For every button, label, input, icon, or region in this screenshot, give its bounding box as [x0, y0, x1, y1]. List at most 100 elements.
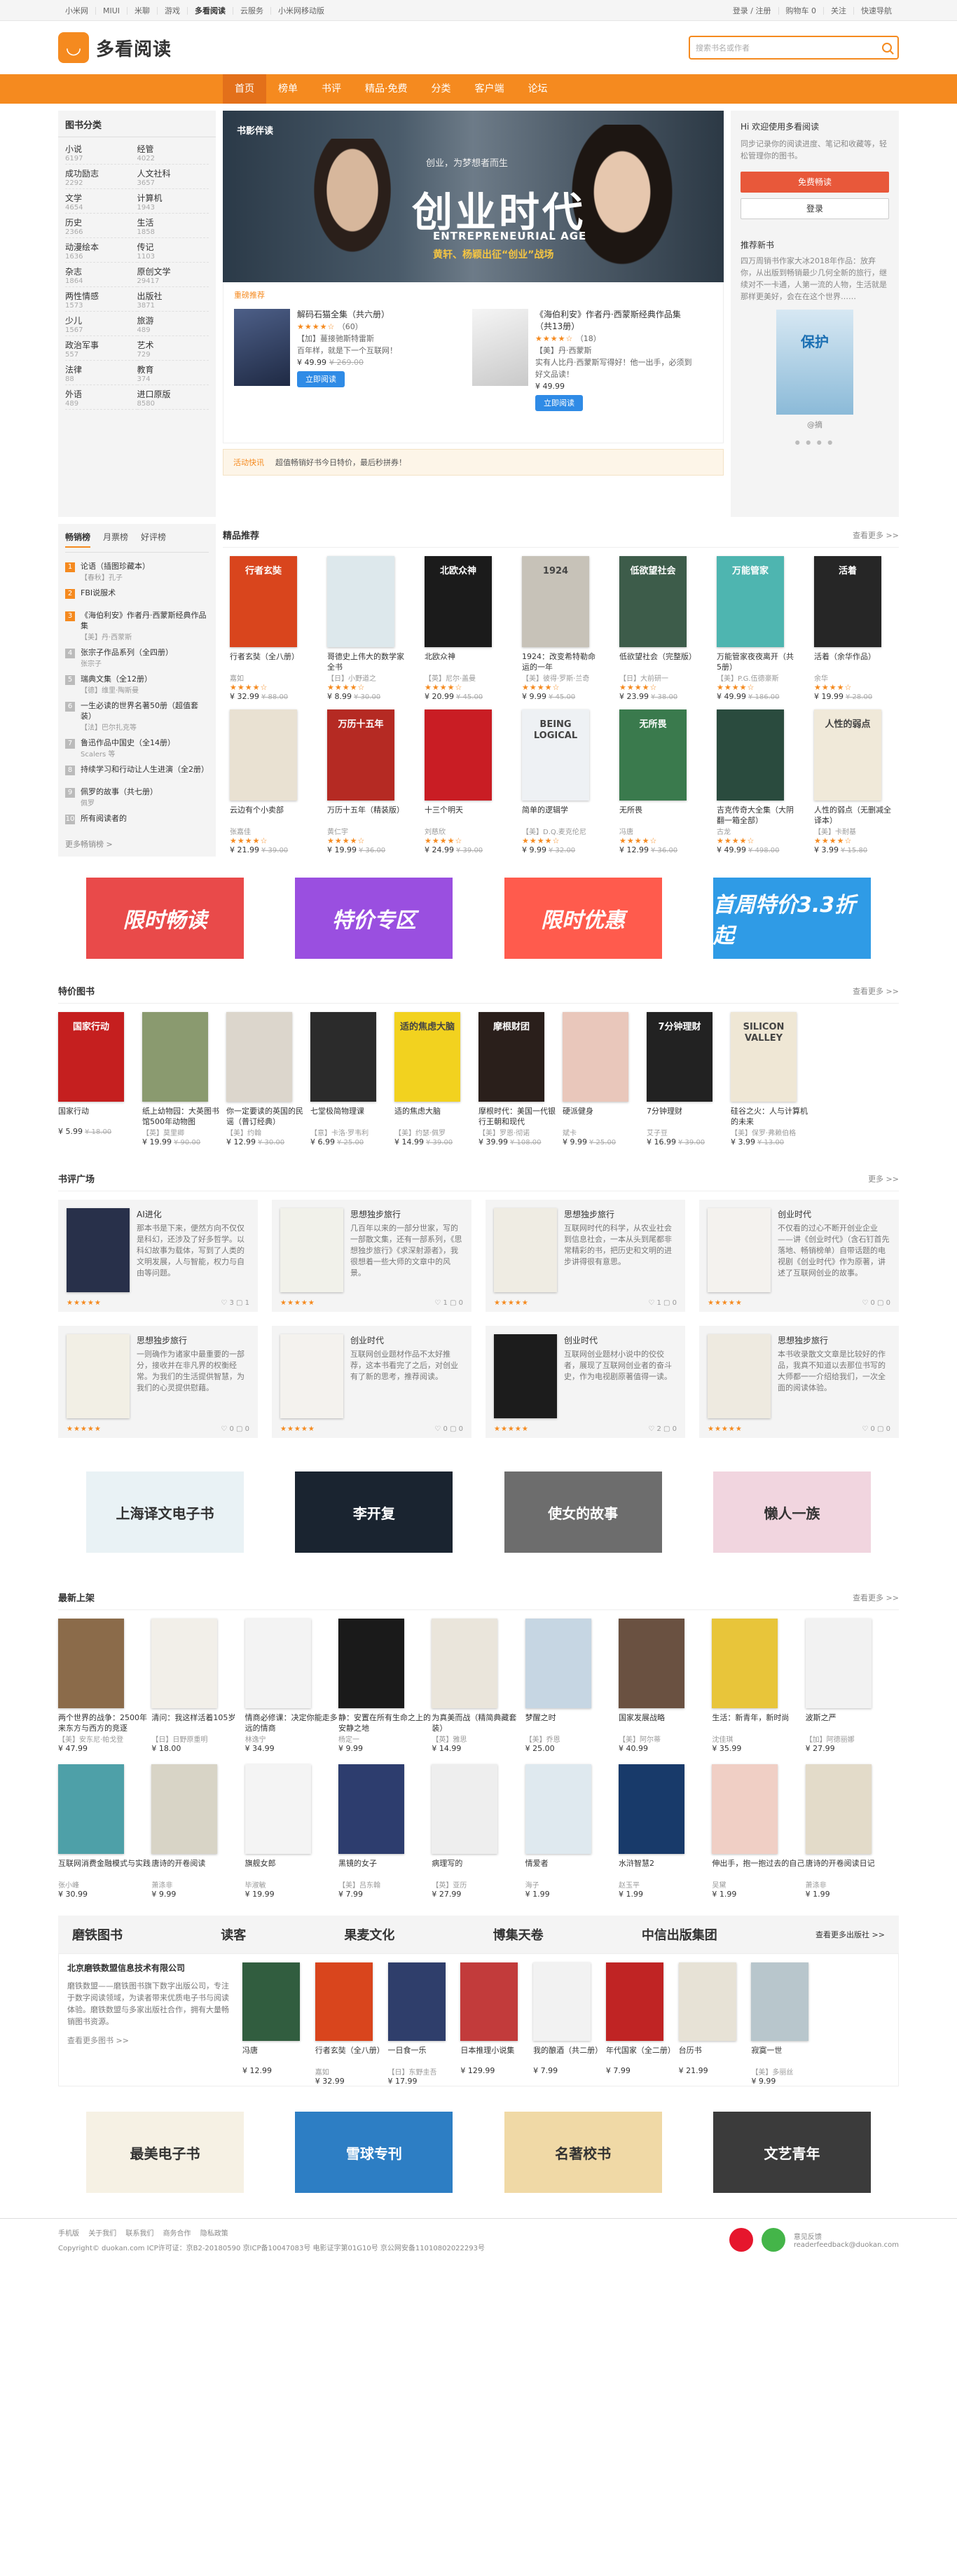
publisher-logo[interactable]: 磨铁图书: [72, 1925, 123, 1944]
book-item[interactable]: 我的酿酒（共二册） ¥ 7.99: [533, 1962, 599, 2086]
category-item[interactable]: 外语 489: [65, 385, 137, 410]
book-cover[interactable]: [618, 1619, 684, 1708]
book-title[interactable]: 生活：新青年，新时尚: [712, 1712, 805, 1733]
book-title[interactable]: 硬派健身: [563, 1106, 647, 1127]
category-name[interactable]: 政治军事: [65, 339, 137, 351]
book-cover[interactable]: [432, 1764, 498, 1854]
book-cover[interactable]: [245, 1619, 311, 1708]
book-cover[interactable]: [712, 1764, 778, 1854]
book-title[interactable]: 清问：我这样活着105岁: [151, 1712, 245, 1733]
book-cover[interactable]: [387, 1962, 446, 2041]
nav-item-home[interactable]: 首页: [223, 74, 266, 104]
like-icon[interactable]: ♡: [221, 1299, 229, 1307]
like-icon[interactable]: ♡: [221, 1425, 229, 1433]
ranking-item[interactable]: 6 一生必读的世界名著50册（超值套装） 【法】巴尔扎克等: [65, 698, 209, 735]
nav-item-rankings[interactable]: 榜单: [266, 74, 310, 104]
category-name[interactable]: 生活: [137, 216, 209, 228]
plaza-more-link[interactable]: 更多 >>: [868, 1173, 899, 1184]
book-cover[interactable]: [338, 1764, 404, 1854]
banner-3[interactable]: 名著校书: [504, 2112, 662, 2193]
site-link[interactable]: MIUI: [96, 6, 128, 15]
book-item[interactable]: 病理写的 【英】亚历 ¥ 27.99: [432, 1764, 525, 1899]
book-title[interactable]: 梦醒之时: [525, 1712, 619, 1733]
category-name[interactable]: 历史: [65, 216, 137, 228]
review-card[interactable]: 思想独步旅行 几百年以来的一部分世家，写的一部散文集，还有一部系列，《思想独步旅行…: [272, 1200, 471, 1312]
book-cover[interactable]: [315, 1962, 373, 2041]
like-icon[interactable]: ♡: [648, 1425, 656, 1433]
category-item[interactable]: 历史 2366: [65, 214, 137, 238]
book-cover[interactable]: [460, 1962, 518, 2041]
tab-monthly[interactable]: 月票榜: [103, 531, 128, 548]
nav-item-reviews[interactable]: 书评: [310, 74, 353, 104]
book-item[interactable]: 万能管家 万能管家夜夜离开（共5册） 【美】P.G.伍德豪斯 ★★★★☆ ¥ 49.99…: [717, 556, 794, 701]
comment-icon[interactable]: ▢: [661, 1425, 673, 1433]
book-title[interactable]: 云边有个小卖部: [230, 805, 308, 826]
book-item[interactable]: 无所畏 无所畏 冯唐 ★★★★☆ ¥ 12.99 ¥ 36.00: [619, 709, 697, 854]
category-item[interactable]: 经管 4022: [137, 140, 209, 165]
book-cover[interactable]: [58, 1764, 124, 1854]
category-item[interactable]: 政治军事 557: [65, 336, 137, 361]
comment-icon[interactable]: ▢: [448, 1425, 459, 1433]
category-name[interactable]: 教育: [137, 363, 209, 375]
category-item[interactable]: 成功励志 2292: [65, 165, 137, 189]
footer-link[interactable]: 手机版: [58, 2230, 79, 2238]
category-name[interactable]: 法律: [65, 363, 137, 375]
book-cover[interactable]: [525, 1619, 591, 1708]
nav-item-categories[interactable]: 分类: [419, 74, 462, 104]
book-item[interactable]: 行者玄奘 行者玄奘（全八册） 嘉如 ★★★★☆ ¥ 32.99 ¥ 88.00: [230, 556, 308, 701]
book-title[interactable]: 纸上幼物园：大英图书馆500年动物图: [142, 1106, 226, 1127]
ranking-item[interactable]: 9 佩罗的故事（共七册） 佩罗: [65, 784, 209, 810]
category-item[interactable]: 传记 1103: [137, 238, 209, 263]
footer-link[interactable]: 隐私政策: [200, 2230, 228, 2238]
book-item[interactable]: 水浒智慧2 赵玉平 ¥ 1.99: [618, 1764, 712, 1899]
tab-bestseller[interactable]: 畅销榜: [65, 531, 91, 548]
search-input[interactable]: 搜索书名或作者: [689, 36, 899, 60]
publisher-logo[interactable]: 果麦文化: [344, 1925, 394, 1944]
book-title[interactable]: 水浒智慧2: [619, 1858, 712, 1879]
book-title[interactable]: 旗舰女郎: [245, 1858, 338, 1879]
book-title[interactable]: 万历十五年（精装版）: [327, 805, 405, 826]
tab-top-rated[interactable]: 好评榜: [141, 531, 166, 548]
book-cover[interactable]: [712, 1619, 778, 1708]
book-item[interactable]: 国家发展战略 【美】阿尔蒂 ¥ 40.99: [618, 1619, 712, 1753]
category-name[interactable]: 人文社科: [137, 167, 209, 179]
feedback-link[interactable]: 意见反馈: [794, 2231, 899, 2241]
book-title[interactable]: 行者玄奘（全八册）: [315, 2045, 381, 2066]
category-name[interactable]: 计算机: [137, 192, 209, 204]
book-cover[interactable]: [142, 1012, 208, 1102]
book-item[interactable]: 摩根财团 摩根时代：美国一代银行王朝和现代 【美】罗恩·彻诺 ¥ 39.99 ¥ 108…: [478, 1012, 563, 1147]
site-link[interactable]: 云服务: [233, 6, 272, 15]
book-item[interactable]: 1924 1924：改变希特勒命运的一年 【美】彼得·罗斯·兰奇 ★★★★☆ ¥ 9.9…: [522, 556, 600, 701]
publishers-more-link[interactable]: 查看更多出版社 >>: [815, 1929, 885, 1940]
category-item[interactable]: 教育 374: [137, 361, 209, 385]
category-name[interactable]: 原创文学: [137, 265, 209, 277]
book-title[interactable]: 简单的逻辑学: [522, 805, 600, 826]
book-title[interactable]: 七堂极简物理课: [310, 1106, 394, 1127]
book-title[interactable]: 1924：改变希特勒命运的一年: [522, 651, 600, 672]
review-title[interactable]: 创业时代: [778, 1208, 890, 1220]
book-cover[interactable]: 北欧众神: [425, 556, 492, 647]
book-title[interactable]: 唐诗的开卷阅读日记: [806, 1858, 899, 1879]
publisher-more-link[interactable]: 查看更多图书 >>: [67, 2035, 235, 2047]
review-title[interactable]: 思想独步旅行: [778, 1334, 890, 1346]
book-cover[interactable]: [58, 1619, 124, 1708]
cart-link[interactable]: 购物车 0: [779, 6, 824, 15]
review-card[interactable]: 思想独步旅行 本书收录散文文章是比较好的作品，我真不知道以去那位书写的大师都一一介…: [699, 1326, 899, 1438]
ranking-item[interactable]: 8 持续学习和行动让人生进演（全2册）: [65, 761, 209, 784]
book-title[interactable]: 情商必修课：决定你能走多远的情商: [245, 1712, 338, 1733]
book-cover[interactable]: [327, 556, 394, 647]
free-read-button[interactable]: 免费畅读: [741, 172, 889, 193]
carousel-dots[interactable]: ● ● ● ●: [741, 439, 889, 445]
review-book-cover[interactable]: [280, 1208, 343, 1292]
book-item[interactable]: 哥德史上伟大的数学家全书 【日】小野道之 ★★★★☆ ¥ 8.99 ¥ 30.00: [327, 556, 405, 701]
category-name[interactable]: 出版社: [137, 290, 209, 302]
site-link[interactable]: 小米网移动版: [271, 7, 331, 15]
category-name[interactable]: 动漫绘本: [65, 241, 137, 253]
book-cover[interactable]: [618, 1764, 684, 1854]
like-icon[interactable]: ♡: [434, 1425, 443, 1433]
book-title[interactable]: 台历书: [679, 2045, 745, 2066]
promo-banner[interactable]: 限时畅读: [86, 878, 244, 959]
rank-title[interactable]: 所有阅读者的: [81, 813, 127, 824]
book-cover[interactable]: 1924: [522, 556, 589, 647]
review-book-cover[interactable]: [494, 1334, 557, 1418]
